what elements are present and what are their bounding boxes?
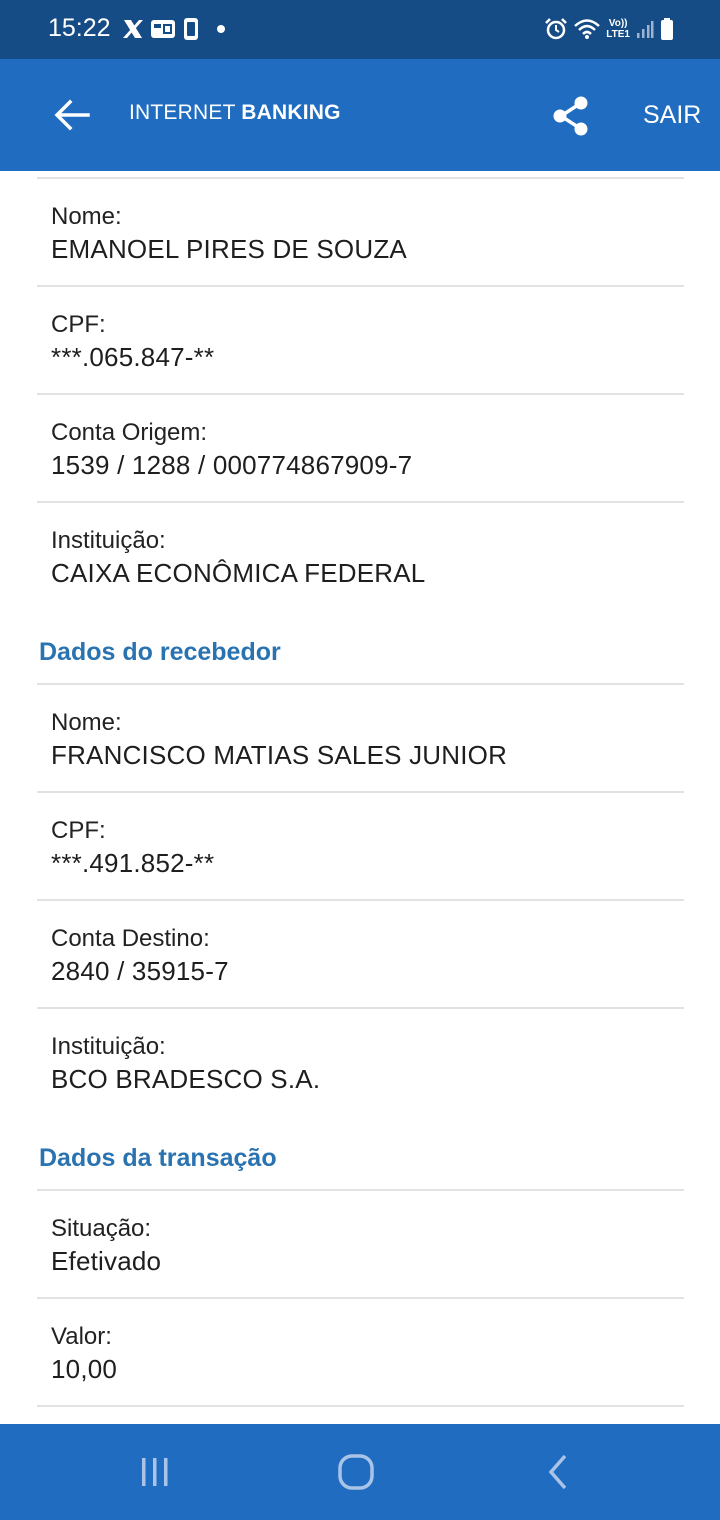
signal-icon bbox=[636, 19, 654, 39]
field-value: 10,00 bbox=[51, 1354, 118, 1384]
field-value: BCO BRADESCO S.A. bbox=[51, 1064, 321, 1094]
volte-top-label: Vo)) bbox=[608, 18, 628, 29]
receiver-cpf-field: CPF: ***.491.852-** bbox=[51, 815, 681, 879]
divider bbox=[37, 285, 684, 287]
field-value: 1539 / 1288 / 000774867909-7 bbox=[51, 450, 413, 480]
field-label: Instituição: bbox=[51, 1033, 166, 1060]
status-bar: 15:22 Vo)) LTE1 bbox=[0, 0, 720, 59]
battery-icon bbox=[660, 17, 674, 41]
alarm-icon bbox=[544, 17, 568, 41]
divider bbox=[37, 1189, 684, 1191]
dot-icon bbox=[216, 24, 226, 34]
field-label: Instituição: bbox=[51, 527, 166, 554]
back-button[interactable] bbox=[48, 89, 96, 141]
home-button[interactable] bbox=[326, 1446, 386, 1498]
notification-icon bbox=[150, 18, 176, 40]
recent-apps-button[interactable] bbox=[125, 1446, 185, 1498]
app-title-regular: INTERNET bbox=[129, 101, 242, 124]
app-title-bold: BANKING bbox=[241, 101, 341, 124]
volte-bottom-label: LTE1 bbox=[606, 29, 630, 40]
field-label: CPF: bbox=[51, 817, 106, 844]
divider bbox=[37, 177, 684, 179]
volte-icon: Vo)) LTE1 bbox=[606, 18, 630, 40]
app-bar: INTERNET BANKING SAIR bbox=[0, 59, 720, 171]
field-value: ***.065.847-** bbox=[51, 342, 215, 372]
divider bbox=[37, 683, 684, 685]
field-label: CPF: bbox=[51, 311, 106, 338]
divider bbox=[37, 791, 684, 793]
recent-apps-icon bbox=[142, 1458, 168, 1486]
arrow-left-icon bbox=[54, 99, 90, 131]
transaction-status-field: Situação: Efetivado bbox=[51, 1213, 681, 1277]
back-nav-button[interactable] bbox=[528, 1446, 588, 1498]
divider bbox=[37, 1297, 684, 1299]
home-icon bbox=[338, 1454, 374, 1490]
receiver-name-field: Nome: FRANCISCO MATIAS SALES JUNIOR bbox=[51, 707, 681, 771]
app-title: INTERNET BANKING bbox=[129, 101, 341, 125]
share-icon bbox=[553, 96, 588, 136]
payer-account-field: Conta Origem: 1539 / 1288 / 000774867909… bbox=[51, 417, 681, 481]
sim-icon bbox=[182, 17, 200, 41]
field-value: Efetivado bbox=[51, 1246, 162, 1276]
status-right-icons: Vo)) LTE1 bbox=[544, 14, 674, 44]
wifi-icon bbox=[574, 18, 601, 40]
divider bbox=[37, 501, 684, 503]
field-value: CAIXA ECONÔMICA FEDERAL bbox=[51, 558, 426, 588]
back-icon bbox=[548, 1454, 567, 1490]
status-time: 15:22 bbox=[48, 14, 111, 42]
field-value: 2840 / 35915-7 bbox=[51, 956, 229, 986]
exit-button[interactable]: SAIR bbox=[643, 101, 701, 130]
field-value: EMANOEL PIRES DE SOUZA bbox=[51, 234, 407, 264]
transaction-section-title: Dados da transação bbox=[39, 1144, 277, 1172]
divider bbox=[37, 393, 684, 395]
navigation-bar bbox=[0, 1424, 720, 1520]
field-value: FRANCISCO MATIAS SALES JUNIOR bbox=[51, 740, 508, 770]
payer-name-field: Nome: EMANOEL PIRES DE SOUZA bbox=[51, 201, 681, 265]
divider bbox=[37, 899, 684, 901]
field-label: Conta Origem: bbox=[51, 419, 208, 446]
field-label: Valor: bbox=[51, 1323, 112, 1350]
payer-institution-field: Instituição: CAIXA ECONÔMICA FEDERAL bbox=[51, 525, 681, 589]
field-label: Situação: bbox=[51, 1215, 152, 1242]
receipt-content: Nome: EMANOEL PIRES DE SOUZA CPF: ***.06… bbox=[0, 171, 720, 1424]
field-value: ***.491.852-** bbox=[51, 848, 215, 878]
status-left-icons bbox=[122, 16, 226, 42]
x-icon bbox=[122, 19, 144, 39]
receiver-institution-field: Instituição: BCO BRADESCO S.A. bbox=[51, 1031, 681, 1095]
field-label: Nome: bbox=[51, 709, 122, 736]
receiver-section-title: Dados do recebedor bbox=[39, 638, 281, 666]
receiver-account-field: Conta Destino: 2840 / 35915-7 bbox=[51, 923, 681, 987]
payer-cpf-field: CPF: ***.065.847-** bbox=[51, 309, 681, 373]
field-label: Conta Destino: bbox=[51, 925, 210, 952]
share-button[interactable] bbox=[548, 93, 594, 139]
divider bbox=[37, 1007, 684, 1009]
transaction-amount-field: Valor: 10,00 bbox=[51, 1321, 681, 1385]
divider bbox=[37, 1405, 684, 1407]
field-label: Nome: bbox=[51, 203, 122, 230]
